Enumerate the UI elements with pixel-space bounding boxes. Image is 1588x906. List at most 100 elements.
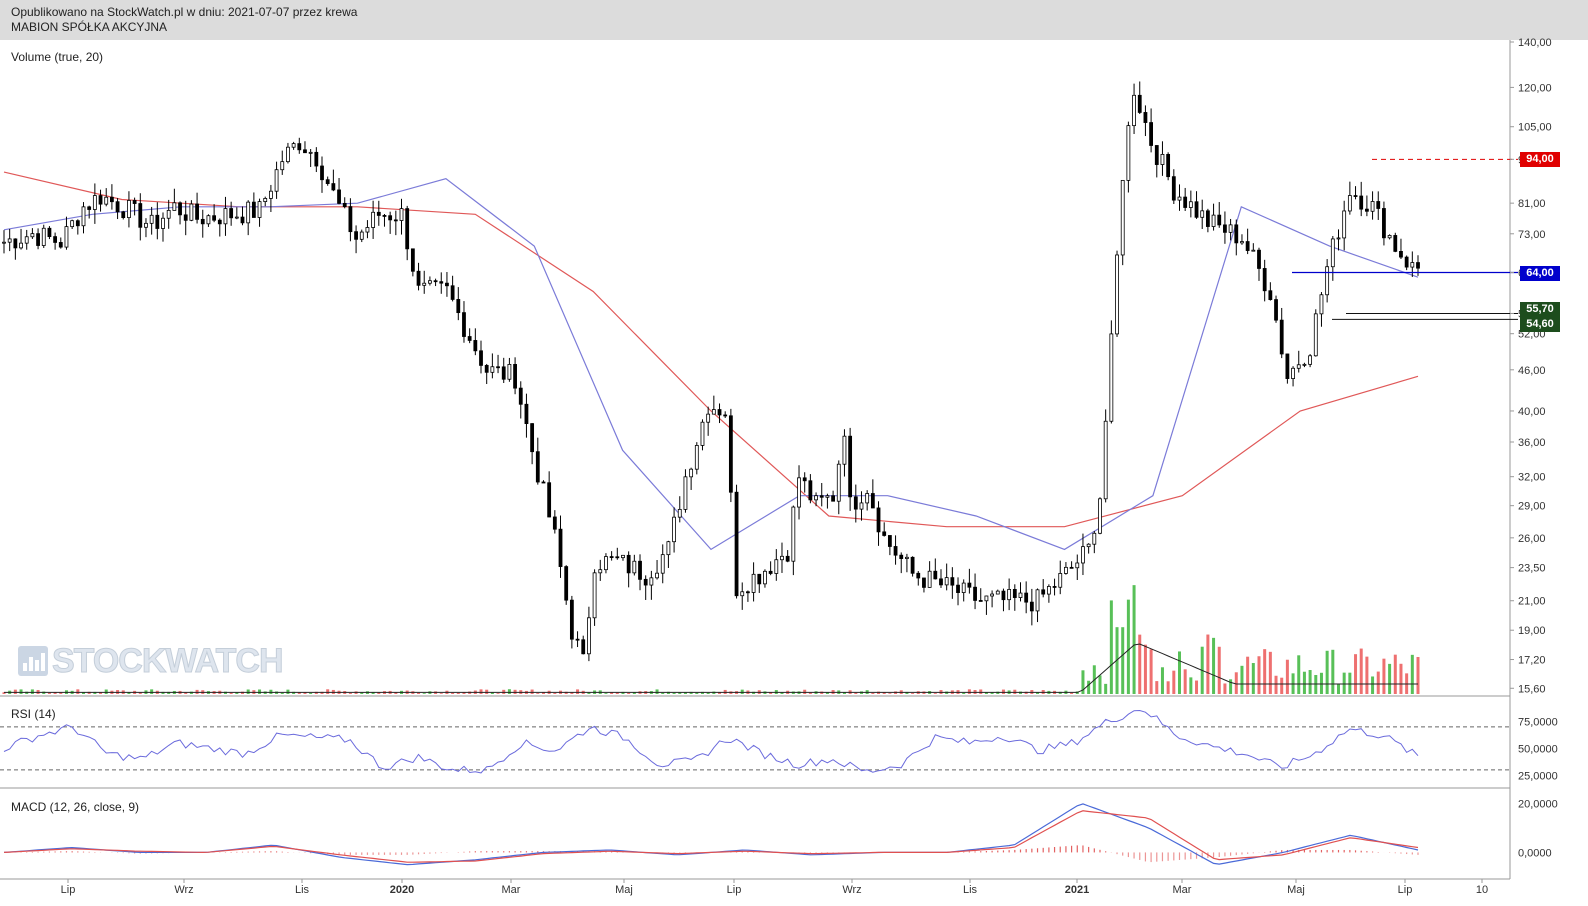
candle-body [1308,355,1313,365]
candle-body [342,202,347,208]
volume-bar [1109,600,1113,694]
volume-bar [1342,672,1346,694]
price-tick-label: 105,00 [1518,122,1552,134]
candle-body [501,366,506,380]
candle-body [206,215,211,225]
x-tick-label: Lip [1398,884,1413,896]
price-tick-label: 23,50 [1518,563,1546,575]
candle-body [467,336,472,341]
candle-body [859,502,864,510]
volume-bar [627,692,631,694]
candle-body [1046,586,1051,595]
candle-body [910,556,915,574]
candle-body [592,572,597,619]
candle-body [717,409,722,416]
x-tick-label: 2021 [1065,884,1089,896]
volume-bar [1359,648,1363,694]
volume-bar [979,689,983,694]
candle-body [973,586,977,601]
x-tick-label: Lip [61,884,76,896]
candle-body [223,208,228,225]
candle-body [507,364,512,380]
volume-bar [1126,599,1130,694]
candle-body [1154,145,1159,165]
volume-bar [576,689,580,694]
candle-body [552,516,557,530]
candle-body [155,214,160,229]
candle-body [359,231,364,240]
candle-body [689,468,694,478]
candle-body [1336,237,1341,240]
candle-body [376,211,381,216]
candle-body [1342,210,1347,239]
candle-body [956,584,960,593]
candle-body [274,169,279,192]
candle-body [768,570,773,574]
volume-bar [1410,654,1414,694]
macd-line [3,803,1419,866]
candle-body [1404,256,1409,268]
candle-body [518,387,523,405]
volume-bar [1001,689,1005,694]
volume-bar [286,689,290,694]
candle-body [371,211,376,228]
candle-body [229,208,234,219]
price-tick-label: 26,00 [1518,533,1546,545]
candle-body [1098,498,1102,534]
candle-body [1251,249,1256,252]
candle-body [711,409,716,415]
candle-body [1319,294,1324,315]
candle-body [144,222,148,228]
candle-body [1279,319,1284,355]
candle-body [916,572,921,579]
candle-body [1018,592,1023,598]
rsi-line [3,709,1419,774]
candle-body [1274,299,1278,321]
candle-body [870,493,875,509]
candle-body [899,554,904,559]
candle-body [314,151,319,167]
volume-bar [1365,656,1369,694]
rsi-tick-label: 25,0000 [1518,770,1558,782]
volume-bar [604,693,608,694]
candle-body [1399,250,1403,258]
candle-body [927,570,932,588]
candle-body [950,577,955,586]
volume-bar [740,689,744,694]
candle-body [1240,241,1244,244]
candle-body [649,577,654,586]
x-tick-label: Maj [1287,884,1305,896]
candle-body [643,578,648,586]
candle-body [1313,313,1318,357]
candle-body [615,556,620,559]
volume-bar [150,689,154,694]
volume-bar [1325,650,1329,694]
candle-body [831,495,835,502]
candle-body [1115,254,1119,335]
candle-body [195,203,199,220]
volume-bar [1268,651,1272,694]
candle-body [121,211,126,219]
candle-body [161,217,165,229]
candle-body [853,496,858,510]
volume-bar [1212,637,1216,694]
price-tick-label: 29,00 [1518,501,1546,513]
volume-bar [1371,676,1375,694]
volume-bar [309,692,313,694]
x-tick-label: Lis [295,884,310,896]
candle-body [1302,363,1307,366]
rsi-tick-label: 75,0000 [1518,717,1558,729]
volume-bar [615,692,619,694]
candle-body [933,570,938,580]
volume-bar [1234,672,1238,694]
candle-body [348,206,353,233]
candle-body [1120,179,1125,256]
candle-body [587,617,591,655]
candle-body [604,556,608,571]
candle-body [887,535,892,547]
volume-bar [1308,670,1312,694]
candle-body [496,366,500,369]
candle-body [212,215,217,221]
candle-body [672,516,676,543]
volume-bar [1388,663,1392,694]
